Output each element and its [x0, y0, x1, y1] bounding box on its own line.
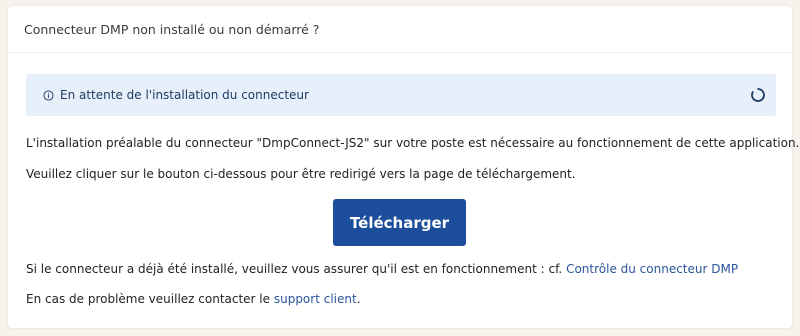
check-connector-prefix: Si le connecteur a déjà été installé, ve…: [26, 262, 567, 276]
support-link[interactable]: support client: [274, 292, 357, 306]
download-button[interactable]: Télécharger: [333, 199, 466, 246]
info-icon: [42, 89, 54, 101]
card-title: Connecteur DMP non installé ou non démar…: [24, 21, 320, 37]
card-header: Connecteur DMP non installé ou non démar…: [8, 6, 792, 53]
connector-card: Connecteur DMP non installé ou non démar…: [8, 6, 799, 328]
support-suffix: .: [356, 292, 361, 306]
check-connector-text: Si le connecteur a déjà été installé, ve…: [26, 262, 738, 276]
support-prefix: En cas de problème veuillez contacter le: [26, 292, 274, 306]
redirect-info-text: Veuillez cliquer sur le bouton ci-dessou…: [26, 167, 576, 181]
support-text: En cas de problème veuillez contacter le…: [26, 292, 361, 306]
alert-message: En attente de l'installation du connecte…: [60, 88, 309, 102]
status-alert: En attente de l'installation du connecte…: [26, 74, 776, 116]
spinner-icon: [750, 87, 766, 103]
install-info-text: L'installation préalable du connecteur "…: [26, 136, 800, 150]
connector-control-link[interactable]: Contrôle du connecteur DMP: [566, 262, 738, 276]
